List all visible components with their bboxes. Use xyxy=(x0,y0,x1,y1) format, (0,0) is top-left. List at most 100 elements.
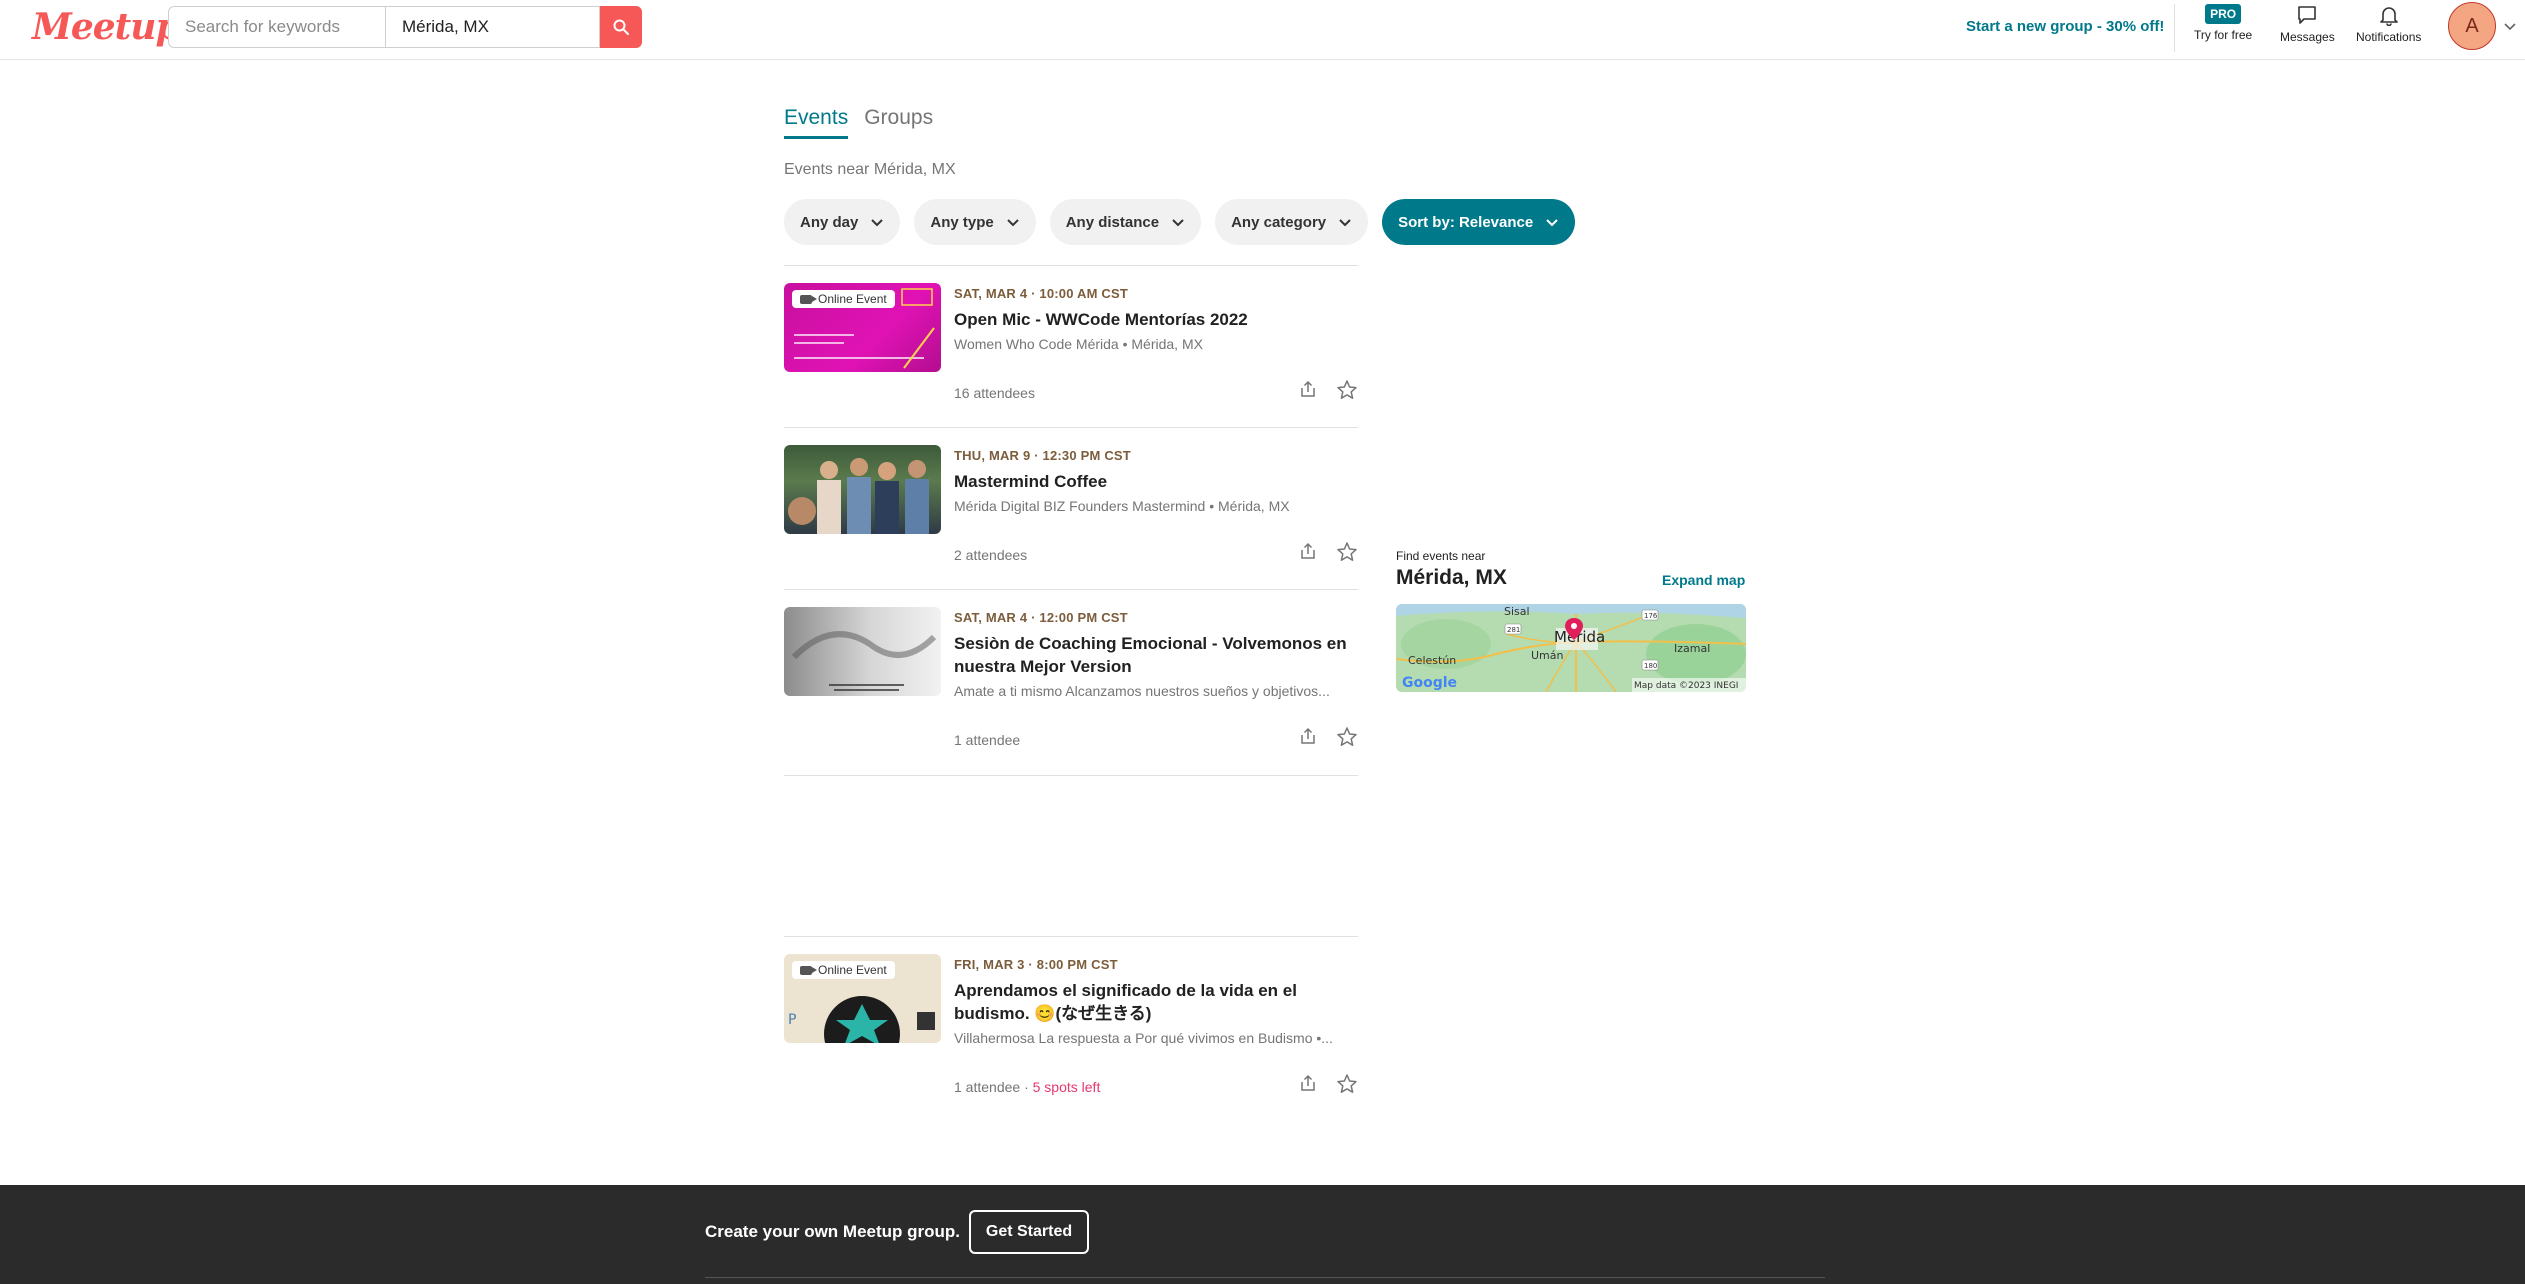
sort-label: Sort by: Relevance xyxy=(1398,213,1534,231)
chevron-down-icon xyxy=(1172,219,1184,227)
sort-dropdown[interactable]: Sort by: Relevance xyxy=(1382,199,1576,245)
share-icon[interactable] xyxy=(1298,379,1318,399)
event-group: Amate a ti mismo Alcanzamos nuestros sue… xyxy=(954,683,1330,699)
star-icon[interactable] xyxy=(1336,1073,1358,1095)
notifications-label: Notifications xyxy=(2356,30,2422,44)
filter-day-dropdown[interactable]: Any day xyxy=(784,199,901,245)
try-pro-button[interactable]: PRO Try for free xyxy=(2194,4,2252,42)
footer: Create your own Meetup group. Get Starte… xyxy=(0,1185,2525,1284)
map-place-label: Izamal xyxy=(1674,642,1710,655)
event-date: SAT, MAR 4 · 12:00 PM CST xyxy=(954,610,1128,625)
event-title[interactable]: Aprendamos el significado de la vida en … xyxy=(954,979,1358,1025)
online-event-badge: Online Event xyxy=(792,961,895,979)
share-icon[interactable] xyxy=(1298,1073,1318,1093)
filter-category-label: Any category xyxy=(1231,213,1327,231)
share-icon[interactable] xyxy=(1298,541,1318,561)
online-event-label: Online Event xyxy=(818,292,887,306)
chevron-down-icon xyxy=(1007,219,1019,227)
event-info: THU, MAR 9 · 12:30 PM CST Mastermind Cof… xyxy=(954,448,1358,514)
location-map[interactable]: Sisal Mérida Umán Celestún Izamal 281 17… xyxy=(1396,604,1746,692)
map-attribution: Map data ©2023 INEGI xyxy=(1634,681,1738,691)
search-icon xyxy=(613,19,629,35)
message-bubble-icon xyxy=(2298,6,2317,24)
start-group-promo-link[interactable]: Start a new group - 30% off! xyxy=(1966,18,2164,35)
google-logo: Google xyxy=(1402,675,1457,691)
user-avatar[interactable]: A xyxy=(2448,2,2496,50)
event-image-art xyxy=(791,631,937,691)
event-actions xyxy=(1298,1073,1358,1095)
event-title[interactable]: Mastermind Coffee xyxy=(954,470,1358,493)
filter-bar: Any day Any type Any distance Any catego… xyxy=(784,199,1576,245)
meetup-logo[interactable]: Meetup xyxy=(32,6,181,48)
event-info: FRI, MAR 3 · 8:00 PM CST Aprendamos el s… xyxy=(954,957,1358,1046)
event-image: P Online Event xyxy=(784,954,941,1043)
event-card[interactable]: THU, MAR 9 · 12:30 PM CST Mastermind Cof… xyxy=(784,427,1358,588)
create-group-cta: Create your own Meetup group. xyxy=(705,1222,961,1241)
map-canvas: Sisal Mérida Umán Celestún Izamal 281 17… xyxy=(1396,604,1746,692)
event-title[interactable]: Sesiòn de Coaching Emocional - Volvemono… xyxy=(954,632,1358,678)
map-place-label: Celestún xyxy=(1408,654,1456,667)
find-events-label: Find events near xyxy=(1396,549,1486,563)
messages-button[interactable]: Messages xyxy=(2280,4,2335,44)
filter-distance-label: Any distance xyxy=(1065,213,1160,231)
event-card[interactable]: P Online Event FRI, MAR 3 · 8:00 PM CST … xyxy=(784,936,1358,1121)
event-actions xyxy=(1298,726,1358,748)
event-date: SAT, MAR 4 · 10:00 AM CST xyxy=(954,286,1129,301)
filter-type-dropdown[interactable]: Any type xyxy=(914,199,1036,245)
event-info: SAT, MAR 4 · 10:00 AM CST Open Mic - WWC… xyxy=(954,286,1358,352)
pro-badge: PRO xyxy=(2205,4,2242,24)
tab-events[interactable]: Events xyxy=(784,106,849,139)
separator-dot: · xyxy=(1024,1079,1033,1095)
tab-groups[interactable]: Groups xyxy=(864,106,933,139)
event-attendees: 1 attendee xyxy=(954,732,1021,748)
map-place-label: Umán xyxy=(1531,649,1564,662)
bell-icon xyxy=(2379,7,2398,26)
star-icon[interactable] xyxy=(1336,379,1358,401)
event-info: SAT, MAR 4 · 12:00 PM CST Sesiòn de Coac… xyxy=(954,610,1358,699)
event-actions xyxy=(1298,379,1358,401)
event-actions xyxy=(1298,541,1358,563)
video-camera-icon xyxy=(800,294,817,304)
map-place-label: Sisal xyxy=(1504,605,1530,618)
video-camera-icon xyxy=(800,965,817,975)
search-button[interactable] xyxy=(600,6,642,48)
footer-divider xyxy=(705,1277,1825,1278)
messages-label: Messages xyxy=(2280,30,2335,44)
keyword-search-input[interactable] xyxy=(168,6,385,48)
event-date: THU, MAR 9 · 12:30 PM CST xyxy=(954,448,1131,463)
event-image xyxy=(784,607,941,696)
event-attendees-row: 1 attendee · 5 spots left xyxy=(954,1079,1100,1095)
star-icon[interactable] xyxy=(1336,541,1358,563)
chevron-down-icon[interactable] xyxy=(2502,18,2518,34)
expand-map-link[interactable]: Expand map xyxy=(1662,572,1745,588)
event-title[interactable]: Open Mic - WWCode Mentorías 2022 xyxy=(954,308,1358,331)
online-event-label: Online Event xyxy=(818,963,887,977)
search-tabs: Events Groups xyxy=(784,106,933,139)
event-image: Online Event xyxy=(784,283,941,372)
event-image-art xyxy=(788,458,929,534)
filter-category-dropdown[interactable]: Any category xyxy=(1215,199,1369,245)
empty-list-slot xyxy=(784,775,1358,936)
map-road-label: 176 xyxy=(1644,612,1658,620)
filter-distance-dropdown[interactable]: Any distance xyxy=(1049,199,1202,245)
event-group: Mérida Digital BIZ Founders Mastermind •… xyxy=(954,498,1290,514)
event-card[interactable]: Online Event SAT, MAR 4 · 10:00 AM CST O… xyxy=(784,265,1358,426)
chevron-down-icon xyxy=(871,219,884,227)
event-attendees: 1 attendee xyxy=(954,1079,1021,1095)
star-icon[interactable] xyxy=(1336,726,1358,748)
filter-type-label: Any type xyxy=(930,213,994,231)
location-input[interactable] xyxy=(385,6,600,48)
map-city: Mérida, MX xyxy=(1396,566,1507,589)
event-image xyxy=(784,445,941,534)
notifications-button[interactable]: Notifications xyxy=(2356,4,2421,44)
svg-text:P: P xyxy=(788,1012,796,1028)
spots-left: 5 spots left xyxy=(1032,1079,1101,1095)
event-card[interactable]: SAT, MAR 4 · 12:00 PM CST Sesiòn de Coac… xyxy=(784,589,1358,774)
map-road-label: 281 xyxy=(1507,626,1520,634)
share-icon[interactable] xyxy=(1298,726,1318,746)
event-group: Women Who Code Mérida • Mérida, MX xyxy=(954,336,1203,352)
top-navbar: Meetup Start a new group - 30% off! PRO … xyxy=(0,0,2525,60)
map-road-label: 180 xyxy=(1644,662,1657,670)
search-bar xyxy=(168,6,642,48)
get-started-button[interactable]: Get Started xyxy=(969,1210,1089,1254)
